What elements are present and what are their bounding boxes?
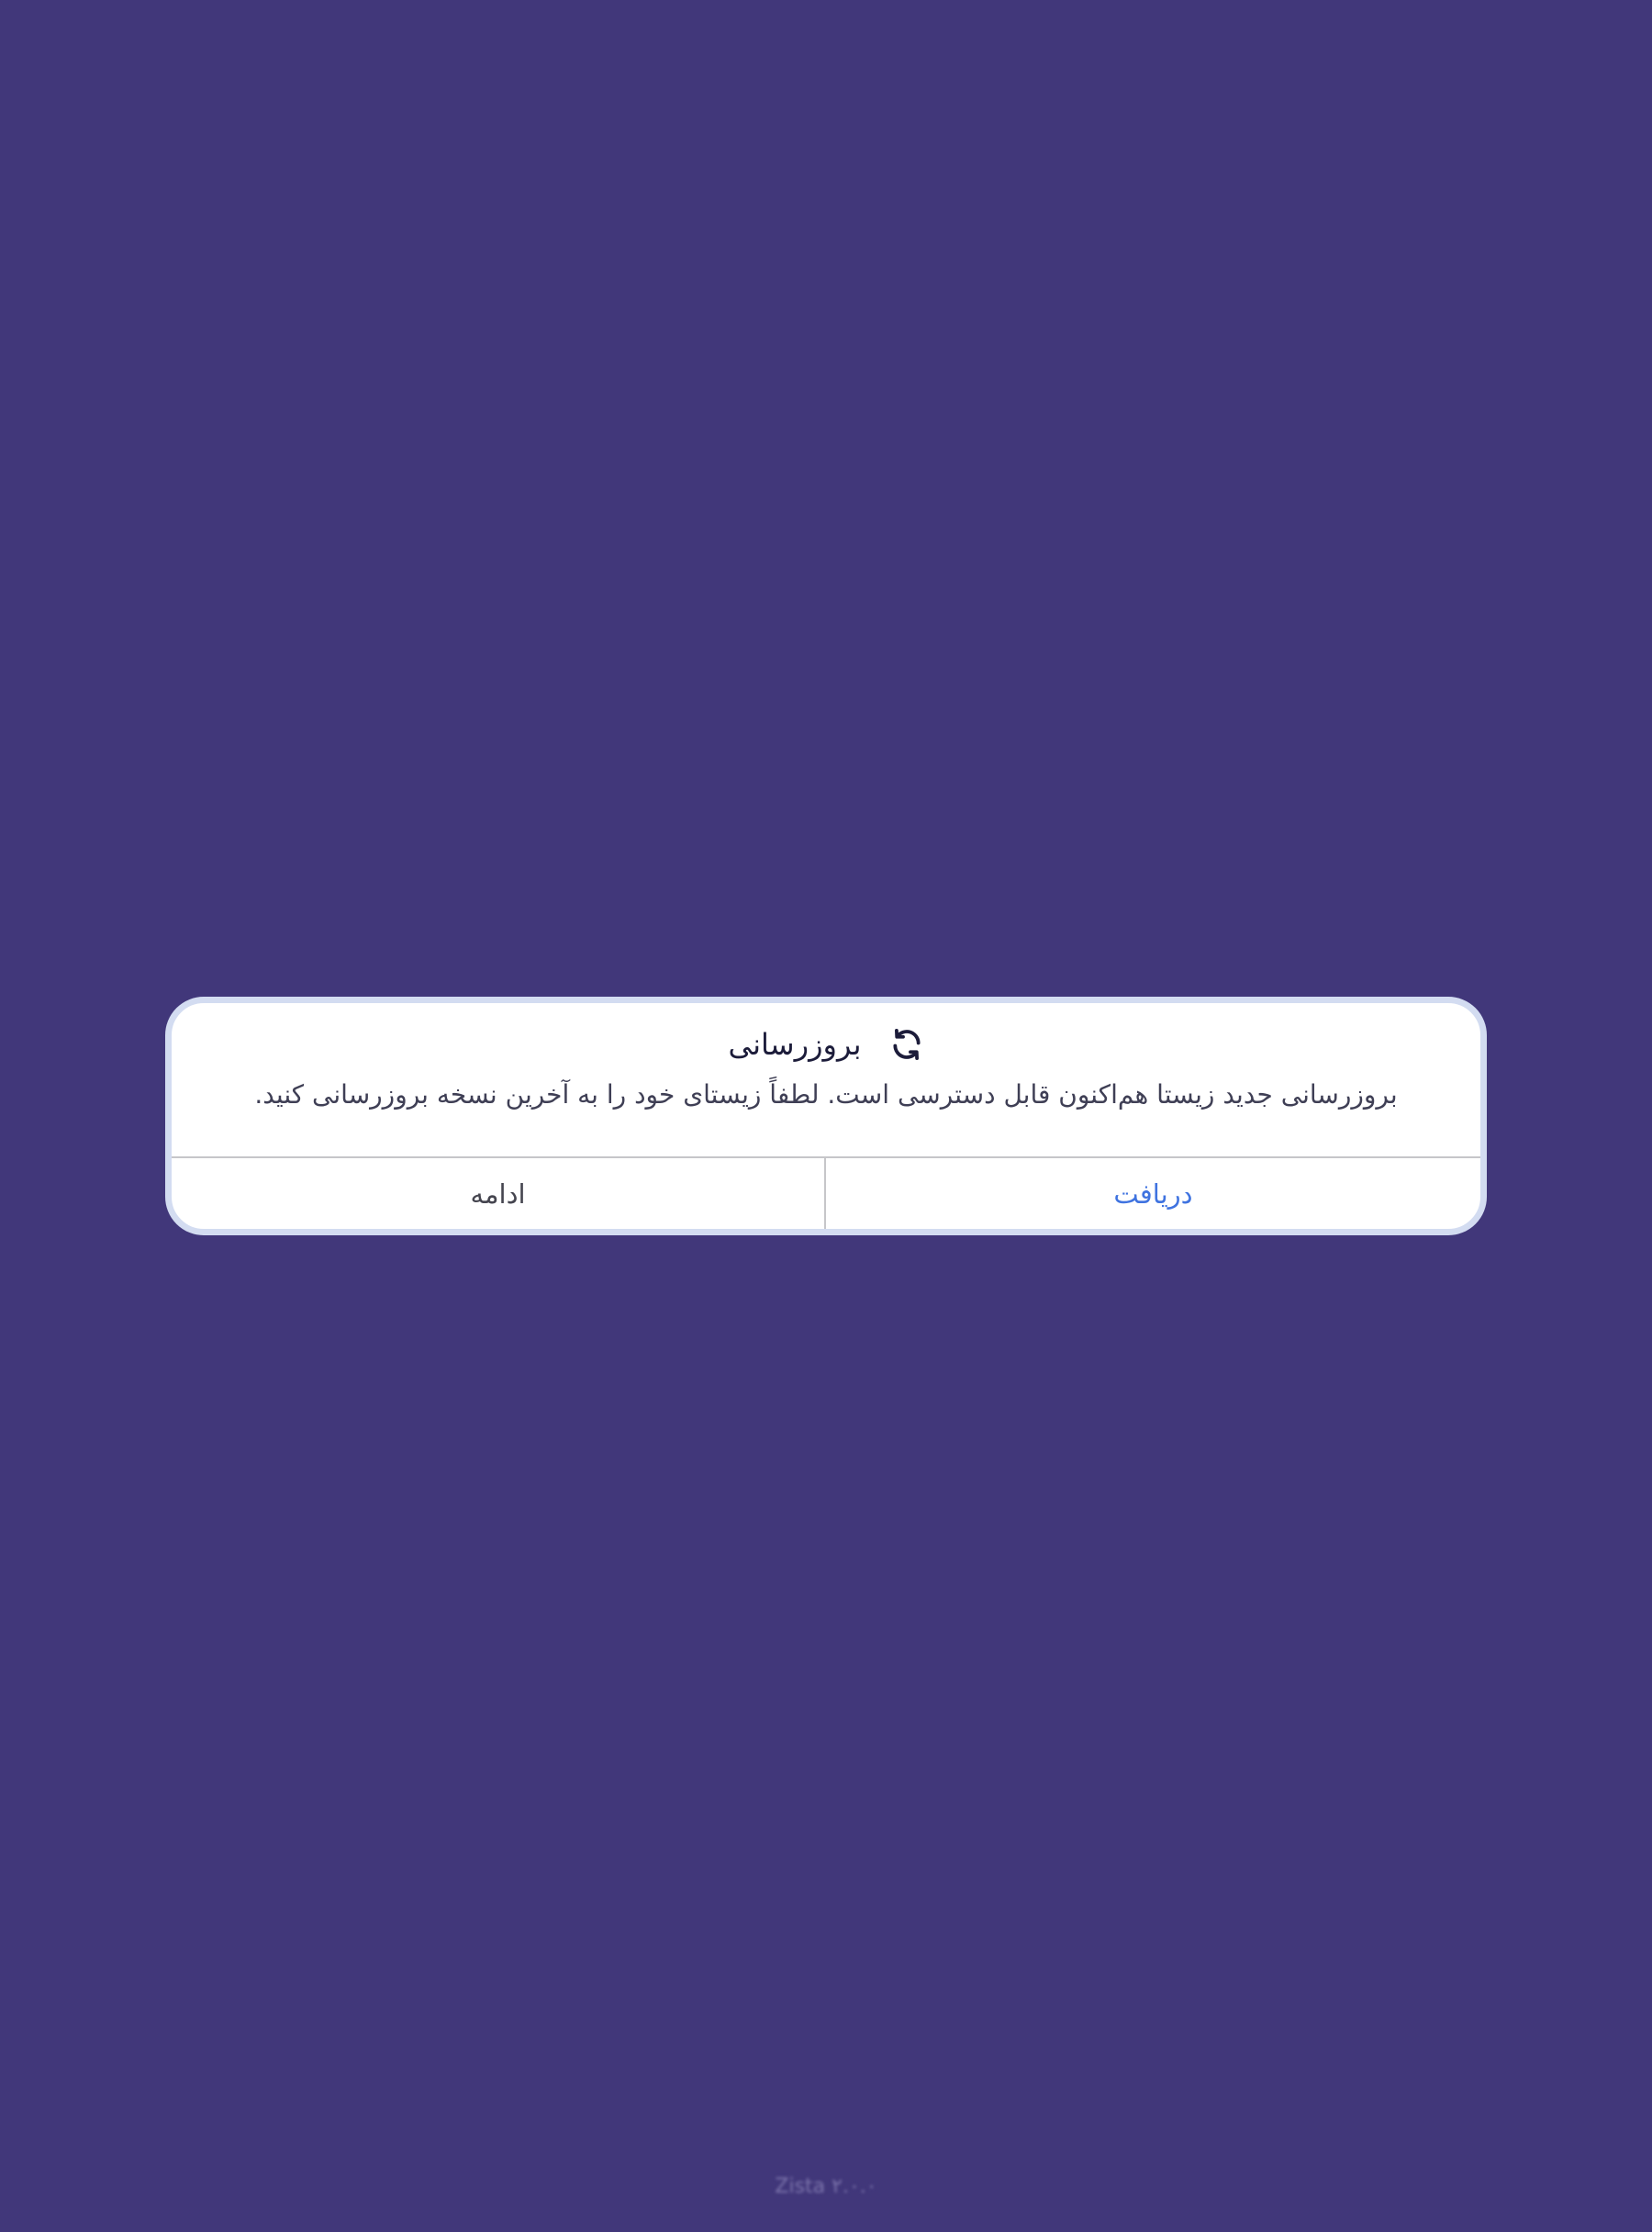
dialog-header: بروزرسانی xyxy=(172,1021,1480,1067)
dialog-title: بروزرسانی xyxy=(728,1027,862,1062)
download-button[interactable]: دریافت xyxy=(826,1158,1480,1229)
refresh-icon xyxy=(889,1027,924,1062)
dialog-button-bar: ادامه دریافت xyxy=(172,1156,1480,1229)
update-dialog: بروزرسانی بروزرسانی جدید زیستا هم‌اکنون … xyxy=(165,997,1487,1235)
continue-button[interactable]: ادامه xyxy=(172,1158,826,1229)
app-version-label: Zista ۲.۰.۰ xyxy=(775,2175,877,2198)
dialog-body: بروزرسانی بروزرسانی جدید زیستا هم‌اکنون … xyxy=(172,1003,1480,1156)
dialog-message: بروزرسانی جدید زیستا هم‌اکنون قابل دسترس… xyxy=(254,1079,1398,1110)
